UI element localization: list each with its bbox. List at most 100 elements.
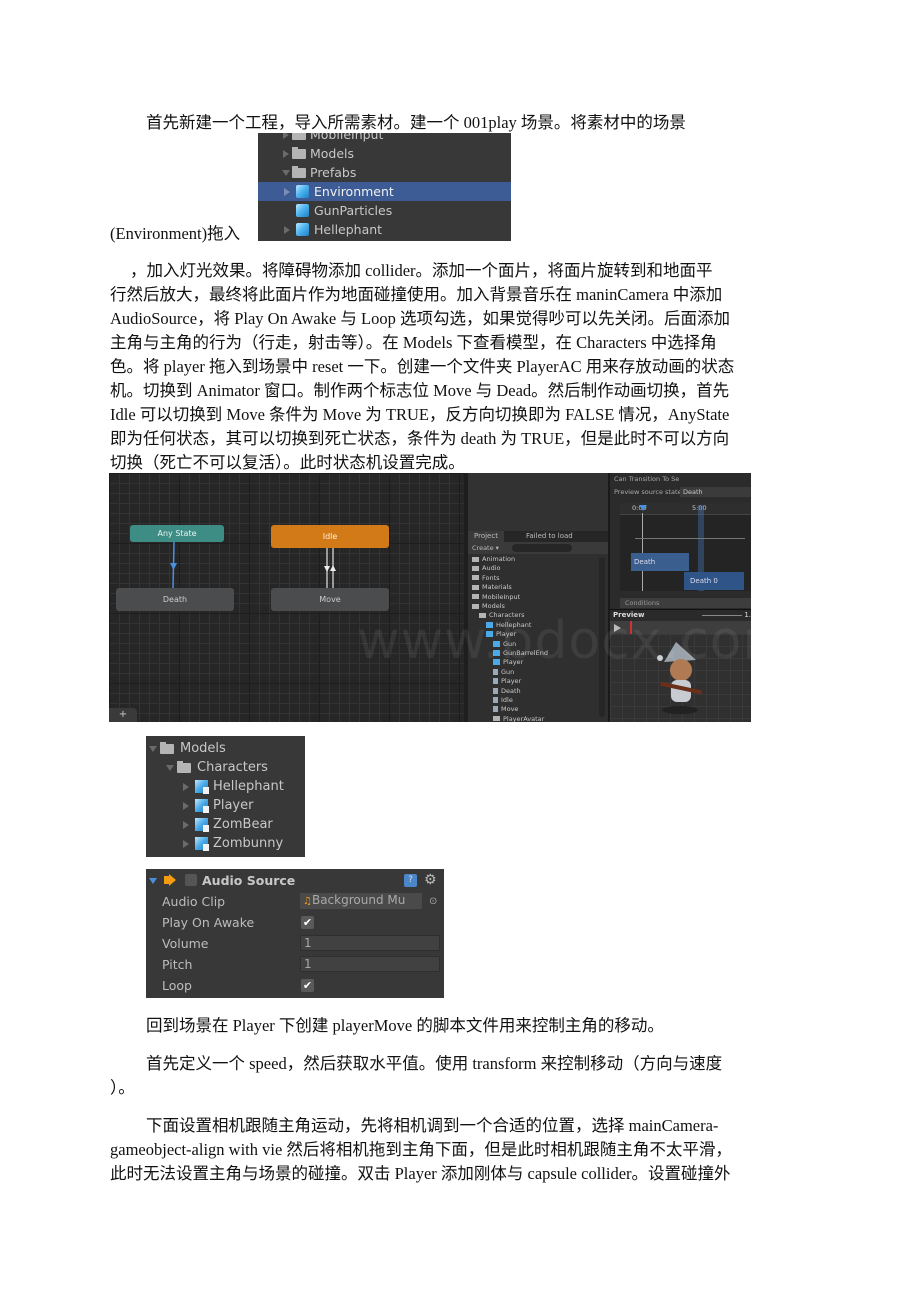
model-icon bbox=[195, 837, 209, 851]
tree-item-models[interactable]: Models bbox=[258, 144, 511, 163]
expand-arrow-icon[interactable] bbox=[283, 133, 289, 139]
folder-icon bbox=[177, 761, 191, 773]
project-item[interactable]: Fonts bbox=[472, 574, 500, 583]
project-search-input[interactable] bbox=[512, 544, 572, 552]
anim-icon bbox=[493, 687, 498, 694]
component-header: Audio Source ? ⚙ bbox=[146, 870, 444, 891]
paragraph-camera: 下面设置相机跟随主角运动，先将相机调到一个合适的位置，选择 mainCamera… bbox=[110, 1114, 806, 1186]
transition-inspector: Can Transition To Se Preview source stat… bbox=[608, 473, 751, 722]
folder-icon bbox=[472, 603, 479, 609]
settings-gear-icon[interactable]: ⚙ bbox=[424, 870, 437, 891]
playhead-marker-icon[interactable] bbox=[639, 505, 647, 511]
paragraph-speed: 首先定义一个 speed，然后获取水平值。使用 transform 来控制移动（… bbox=[110, 1052, 806, 1100]
text-line: 行然后放大，最终将此面片作为地面碰撞使用。加入背景音乐在 maninCamera… bbox=[110, 285, 723, 304]
prefab-cube-icon bbox=[296, 185, 309, 198]
folder-icon bbox=[472, 556, 479, 562]
tree-item-hellephant[interactable]: Hellephant bbox=[146, 777, 305, 796]
prefab-cube-icon bbox=[296, 204, 309, 217]
anim-icon bbox=[493, 697, 498, 703]
tree-item-player[interactable]: Player bbox=[146, 796, 305, 815]
foldout-arrow-icon[interactable] bbox=[149, 878, 157, 884]
project-item[interactable]: PlayerAvatar bbox=[493, 715, 544, 722]
text-line: 首先定义一个 speed，然后获取水平值。使用 transform 来控制移动（… bbox=[146, 1054, 723, 1073]
text-line: 主角与主角的行为（行走，射击等）。在 Models 下查看模型，在 Charac… bbox=[110, 333, 717, 352]
project-item[interactable]: Audio bbox=[472, 564, 500, 573]
paragraph-player-move: 回到场景在 Player 下创建 playerMove 的脚本文件用来控制主角的… bbox=[110, 1014, 806, 1038]
animator-screenshot: Any State Idle Death Move + Project Fail… bbox=[109, 473, 751, 722]
text-line: AudioSource，将 Play On Awake 与 Loop 选项勾选，… bbox=[110, 309, 730, 328]
expand-arrow-icon[interactable] bbox=[183, 802, 189, 810]
tree-item-zombunny[interactable]: Zombunny bbox=[146, 834, 305, 853]
tree-item-characters[interactable]: Characters bbox=[146, 758, 305, 777]
field-pitch: Pitch 1 bbox=[146, 954, 444, 975]
expand-arrow-icon[interactable] bbox=[183, 840, 189, 848]
audio-clip-icon: ♫ bbox=[303, 896, 312, 907]
preview-source-select[interactable]: Death bbox=[680, 487, 751, 497]
collapse-arrow-icon[interactable] bbox=[149, 746, 157, 752]
text-line: 即为任何状态，其可以切换到死亡状态，条件为 death 为 TRUE，但是此时不… bbox=[110, 429, 730, 448]
text-line: 下面设置相机跟随主角运动，先将相机调到一个合适的位置，选择 mainCamera… bbox=[146, 1116, 719, 1135]
expand-arrow-icon[interactable] bbox=[284, 188, 290, 196]
clip-bar-death[interactable]: Death bbox=[631, 553, 689, 571]
tree-item-environment[interactable]: Environment bbox=[258, 182, 511, 201]
project-item[interactable]: Idle bbox=[493, 696, 513, 705]
play-on-awake-checkbox[interactable]: ✔ bbox=[301, 916, 314, 929]
arrow-down-icon bbox=[324, 566, 330, 572]
text-line: 色。将 player 拖入到场景中 reset 一下。创建一个文件夹 Playe… bbox=[110, 357, 735, 376]
prefabs-project-panel: MobileInput Models Prefabs Environment G… bbox=[258, 133, 511, 241]
prefab-cube-icon bbox=[296, 223, 309, 236]
project-item[interactable]: Death bbox=[493, 687, 521, 696]
tree-item-prefabs[interactable]: Prefabs bbox=[258, 163, 511, 182]
project-item[interactable]: Models bbox=[472, 602, 505, 611]
folder-icon bbox=[160, 742, 174, 754]
create-dropdown[interactable]: Create ▾ bbox=[472, 542, 499, 554]
anim-icon bbox=[493, 706, 498, 713]
project-item[interactable]: MobileInput bbox=[472, 593, 520, 602]
project-item[interactable]: Move bbox=[493, 705, 518, 714]
add-layer-button[interactable]: + bbox=[109, 708, 137, 722]
audio-clip-object-field[interactable]: ♫Background Mu bbox=[300, 893, 422, 909]
clip-bar-death0[interactable]: Death 0 bbox=[684, 572, 744, 590]
expand-arrow-icon[interactable] bbox=[283, 150, 289, 158]
model-icon bbox=[195, 799, 209, 813]
model-icon bbox=[195, 780, 209, 794]
folder-icon bbox=[472, 594, 479, 600]
expand-arrow-icon[interactable] bbox=[183, 821, 189, 829]
avatar-icon bbox=[493, 716, 500, 722]
tree-item-zombear[interactable]: ZomBear bbox=[146, 815, 305, 834]
arrow-up-icon bbox=[330, 565, 336, 571]
expand-arrow-icon[interactable] bbox=[183, 783, 189, 791]
expand-arrow-icon[interactable] bbox=[284, 226, 290, 234]
project-item[interactable]: Player bbox=[493, 677, 521, 686]
tab-project[interactable]: Project bbox=[468, 531, 504, 542]
component-enabled-checkbox[interactable] bbox=[185, 874, 197, 886]
tree-item-models[interactable]: Models bbox=[146, 739, 305, 758]
project-item[interactable]: Animation bbox=[472, 555, 515, 564]
help-book-icon[interactable]: ? bbox=[404, 874, 417, 887]
project-panel: Project Failed to load Create ▾ Animatio… bbox=[464, 473, 608, 722]
folder-icon bbox=[292, 147, 306, 159]
tab-failed-to-load[interactable]: Failed to load bbox=[520, 531, 579, 542]
object-picker-icon[interactable]: ⊙ bbox=[429, 891, 437, 912]
tree-item-gunparticles[interactable]: GunParticles bbox=[258, 201, 511, 220]
models-project-panel: Models Characters Hellephant Player ZomB… bbox=[146, 736, 305, 857]
folder-icon bbox=[472, 575, 479, 581]
audio-source-component: Audio Source ? ⚙ Audio Clip ♫Background … bbox=[146, 869, 444, 998]
model-icon bbox=[195, 818, 209, 832]
animator-grid: Any State Idle Death Move + bbox=[109, 473, 464, 722]
folder-icon bbox=[472, 565, 479, 571]
pitch-input[interactable]: 1 bbox=[300, 956, 440, 972]
text-line: gameobject-align with vie 然后将相机拖到主角下面，但是… bbox=[110, 1140, 732, 1159]
tree-item-hellephant[interactable]: Hellephant bbox=[258, 220, 511, 239]
loop-checkbox[interactable]: ✔ bbox=[301, 979, 314, 992]
collapse-arrow-icon[interactable] bbox=[282, 170, 290, 176]
tree-item-mobileinput[interactable]: MobileInput bbox=[258, 133, 511, 144]
volume-input[interactable]: 1 bbox=[300, 935, 440, 951]
transition-arrows bbox=[170, 541, 336, 589]
mesh-icon bbox=[493, 678, 498, 685]
text-line: ）。 bbox=[110, 1078, 135, 1097]
project-item[interactable]: Materials bbox=[472, 583, 512, 592]
collapse-arrow-icon[interactable] bbox=[166, 765, 174, 771]
paragraph-setup: ，加入灯光效果。将障碍物添加 collider。添加一个面片，将面片旋转到和地面… bbox=[110, 259, 806, 475]
text-line: 回到场景在 Player 下创建 playerMove 的脚本文件用来控制主角的… bbox=[146, 1016, 664, 1035]
